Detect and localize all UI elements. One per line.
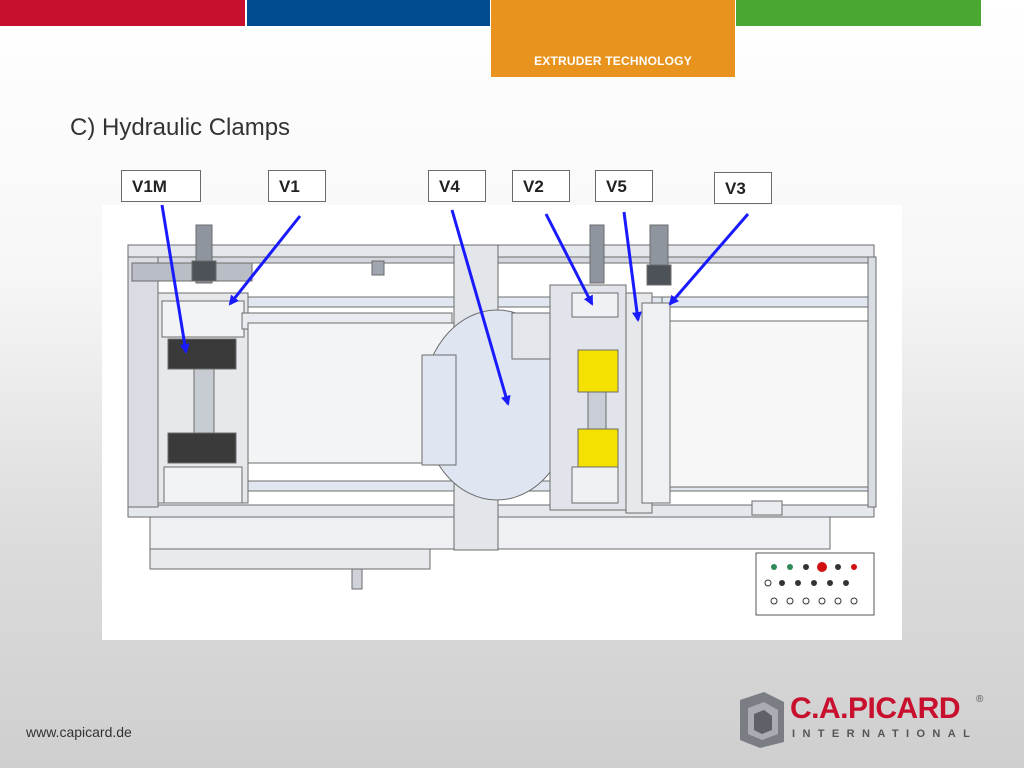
logo-main-text: C.A.PICARD <box>790 692 961 725</box>
logo-mark-icon <box>740 692 784 748</box>
label-v1m: V1M <box>121 170 201 202</box>
header-bar-blue <box>247 0 490 26</box>
label-v4: V4 <box>428 170 486 202</box>
slide-title: C) Hydraulic Clamps <box>70 114 291 141</box>
v1m-upper-roller <box>167 338 237 370</box>
label-v5: V5 <box>595 170 653 202</box>
v3-cylinder-head <box>646 264 672 286</box>
header-topic: EXTRUDER TECHNOLOGY <box>534 54 692 68</box>
label-v3: V3 <box>714 172 772 204</box>
v2-top-block <box>571 292 619 318</box>
v2-upper-yellow-cylinder <box>577 349 619 393</box>
header-bar-green <box>736 0 981 26</box>
right-body <box>669 320 871 488</box>
base-foot <box>149 548 431 570</box>
v2-lower-yellow-cylinder <box>577 428 619 472</box>
v1-cylinder-head <box>191 260 217 282</box>
top-frame-lower <box>127 256 875 264</box>
v2-cylinder <box>589 224 605 284</box>
v4-flange <box>511 312 553 360</box>
left-top-block <box>371 260 385 276</box>
logo-sub-text: INTERNATIONAL <box>792 728 978 740</box>
v2-gear <box>587 391 607 430</box>
v1m-lower-roller <box>167 432 237 464</box>
top-frame-beam <box>127 244 875 258</box>
right-end-plate <box>867 256 877 508</box>
company-logo: C.A.PICARD ® INTERNATIONAL <box>738 690 998 750</box>
right-foot <box>751 500 783 516</box>
v2-bottom-block <box>571 466 619 504</box>
guide-rod-top-right <box>661 296 875 308</box>
left-end-plate <box>127 256 159 508</box>
v1-lower-block <box>163 466 243 504</box>
v1m-gear-rack <box>193 368 215 434</box>
label-v1: V1 <box>268 170 326 202</box>
base-pin <box>351 568 363 590</box>
v1-upper-block <box>161 300 245 338</box>
v4-hub <box>421 354 457 466</box>
machine-drawing <box>102 205 902 640</box>
v5-column <box>641 302 671 504</box>
header-bar-red <box>0 0 245 26</box>
machine-drawing-svg <box>127 224 877 616</box>
label-v2: V2 <box>512 170 570 202</box>
footer-url[interactable]: www.capicard.de <box>26 724 132 740</box>
logo-registered-mark: ® <box>976 694 984 705</box>
